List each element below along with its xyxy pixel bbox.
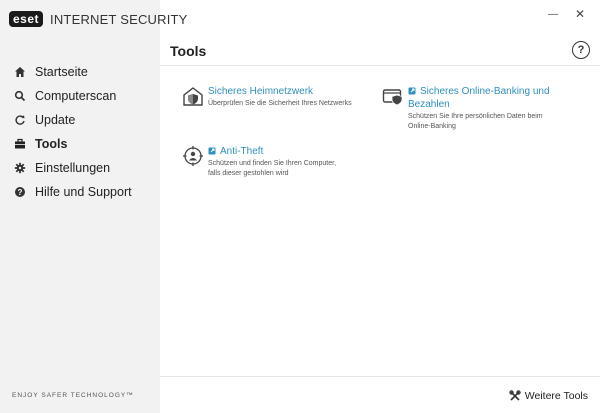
sidebar-item-label: Tools	[35, 137, 68, 151]
tool-title[interactable]: Anti-Theft	[208, 145, 336, 158]
tool-anti-theft[interactable]: Anti-Theft Schützen und finden Sie Ihren…	[182, 145, 382, 179]
help-button[interactable]: ?	[572, 41, 590, 59]
tool-sicheres-online-banking[interactable]: Sicheres Online-Banking und Bezahlen Sch…	[382, 85, 592, 132]
wrench-icon	[509, 390, 521, 402]
sidebar-item-einstellungen[interactable]: Einstellungen	[0, 156, 160, 180]
home-shield-icon	[182, 85, 204, 107]
tagline: ENJOY SAFER TECHNOLOGY™	[12, 392, 134, 399]
sidebar-item-computerscan[interactable]: Computerscan	[0, 84, 160, 108]
sidebar-item-label: Update	[35, 113, 76, 127]
search-icon	[14, 90, 26, 102]
question-icon: ?	[14, 186, 26, 198]
minimize-icon: —	[548, 8, 558, 20]
tool-title-text: Anti-Theft	[220, 146, 264, 157]
sidebar-item-startseite[interactable]: Startseite	[0, 60, 160, 84]
title-bar: eset INTERNET SECURITY — ✕	[0, 0, 600, 40]
sidebar-item-update[interactable]: Update	[0, 108, 160, 132]
tool-description-line1: Schützen und finden Sie Ihren Computer,	[208, 160, 337, 167]
sidebar-item-label: Hilfe und Support	[35, 185, 132, 199]
footer-divider	[160, 376, 600, 377]
browser-shield-icon	[382, 85, 404, 107]
tool-title[interactable]: Sicheres Heimnetzwerk	[208, 85, 352, 98]
header-divider	[160, 65, 600, 66]
more-tools-label: Weitere Tools	[524, 390, 588, 402]
tool-title[interactable]: Sicheres Online-Banking und Bezahlen	[408, 85, 550, 111]
product-name: INTERNET SECURITY	[50, 11, 188, 27]
main-content: Tools ? Sicheres Heimnetzwerk Überprüfen…	[160, 40, 600, 413]
tool-description: Schützen Sie Ihre persönlichen Daten bei…	[408, 112, 550, 132]
tool-title-line1: Sicheres Online-Banking und	[420, 86, 550, 97]
sidebar-item-tools[interactable]: Tools	[0, 132, 160, 156]
svg-text:?: ?	[18, 188, 23, 197]
close-button[interactable]: ✕	[568, 4, 592, 24]
more-tools-button[interactable]: Weitere Tools	[509, 390, 588, 402]
help-icon: ?	[577, 44, 585, 56]
sidebar-item-label: Computerscan	[35, 89, 117, 103]
eset-logo-badge: eset	[9, 11, 44, 27]
external-link-icon	[208, 146, 216, 155]
minimize-button[interactable]: —	[541, 4, 565, 24]
page-title: Tools	[170, 43, 207, 59]
gear-icon	[14, 162, 26, 174]
tool-sicheres-heimnetzwerk[interactable]: Sicheres Heimnetzwerk Überprüfen Sie die…	[182, 85, 382, 109]
external-link-icon	[408, 86, 416, 95]
anti-theft-icon	[182, 145, 204, 167]
tool-description: Schützen und finden Sie Ihren Computer, …	[208, 159, 336, 179]
sidebar-item-label: Startseite	[35, 65, 88, 79]
tool-description-line1: Schützen Sie Ihre persönlichen Daten bei…	[408, 113, 543, 120]
sidebar-item-label: Einstellungen	[35, 161, 111, 175]
tool-description-line2: Online-Banking	[408, 123, 456, 130]
briefcase-icon	[14, 138, 26, 150]
sidebar-nav: Startseite Computerscan Update Tools Ein…	[0, 60, 160, 204]
eset-logo: eset INTERNET SECURITY	[9, 11, 188, 27]
tool-title-line2: Bezahlen	[408, 99, 450, 110]
home-icon	[14, 66, 26, 78]
tool-description-line2: falls dieser gestohlen wird	[208, 170, 289, 177]
sidebar-item-hilfe-und-support[interactable]: ? Hilfe und Support	[0, 180, 160, 204]
refresh-icon	[14, 114, 26, 126]
close-icon: ✕	[574, 7, 586, 21]
tool-description: Überprüfen Sie die Sicherheit Ihres Netz…	[208, 100, 352, 107]
